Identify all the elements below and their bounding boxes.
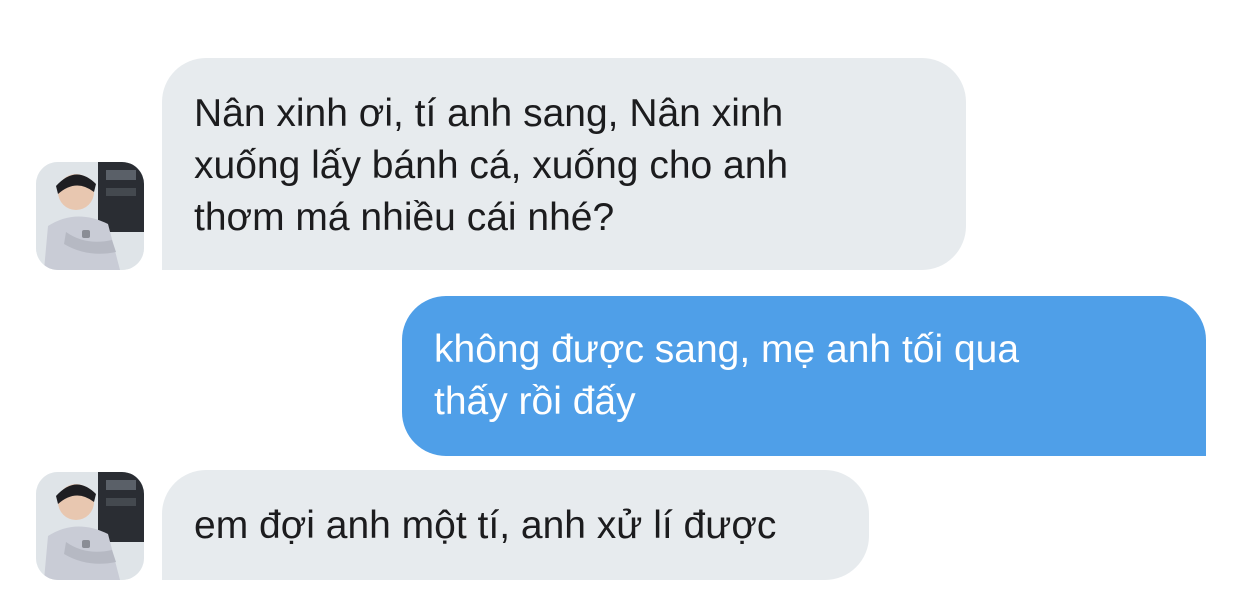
contact-avatar[interactable] <box>36 472 144 580</box>
avatar-photo-icon <box>36 162 144 270</box>
contact-avatar[interactable] <box>36 162 144 270</box>
message-bubble-incoming[interactable]: Nân xinh ơi, tí anh sang, Nân xinh xuống… <box>162 58 966 270</box>
message-bubble-outgoing[interactable]: không được sang, mẹ anh tối qua thấy rồi… <box>402 296 1206 456</box>
avatar-photo-icon <box>36 472 144 580</box>
message-bubble-incoming[interactable]: em đợi anh một tí, anh xử lí được <box>162 470 869 580</box>
